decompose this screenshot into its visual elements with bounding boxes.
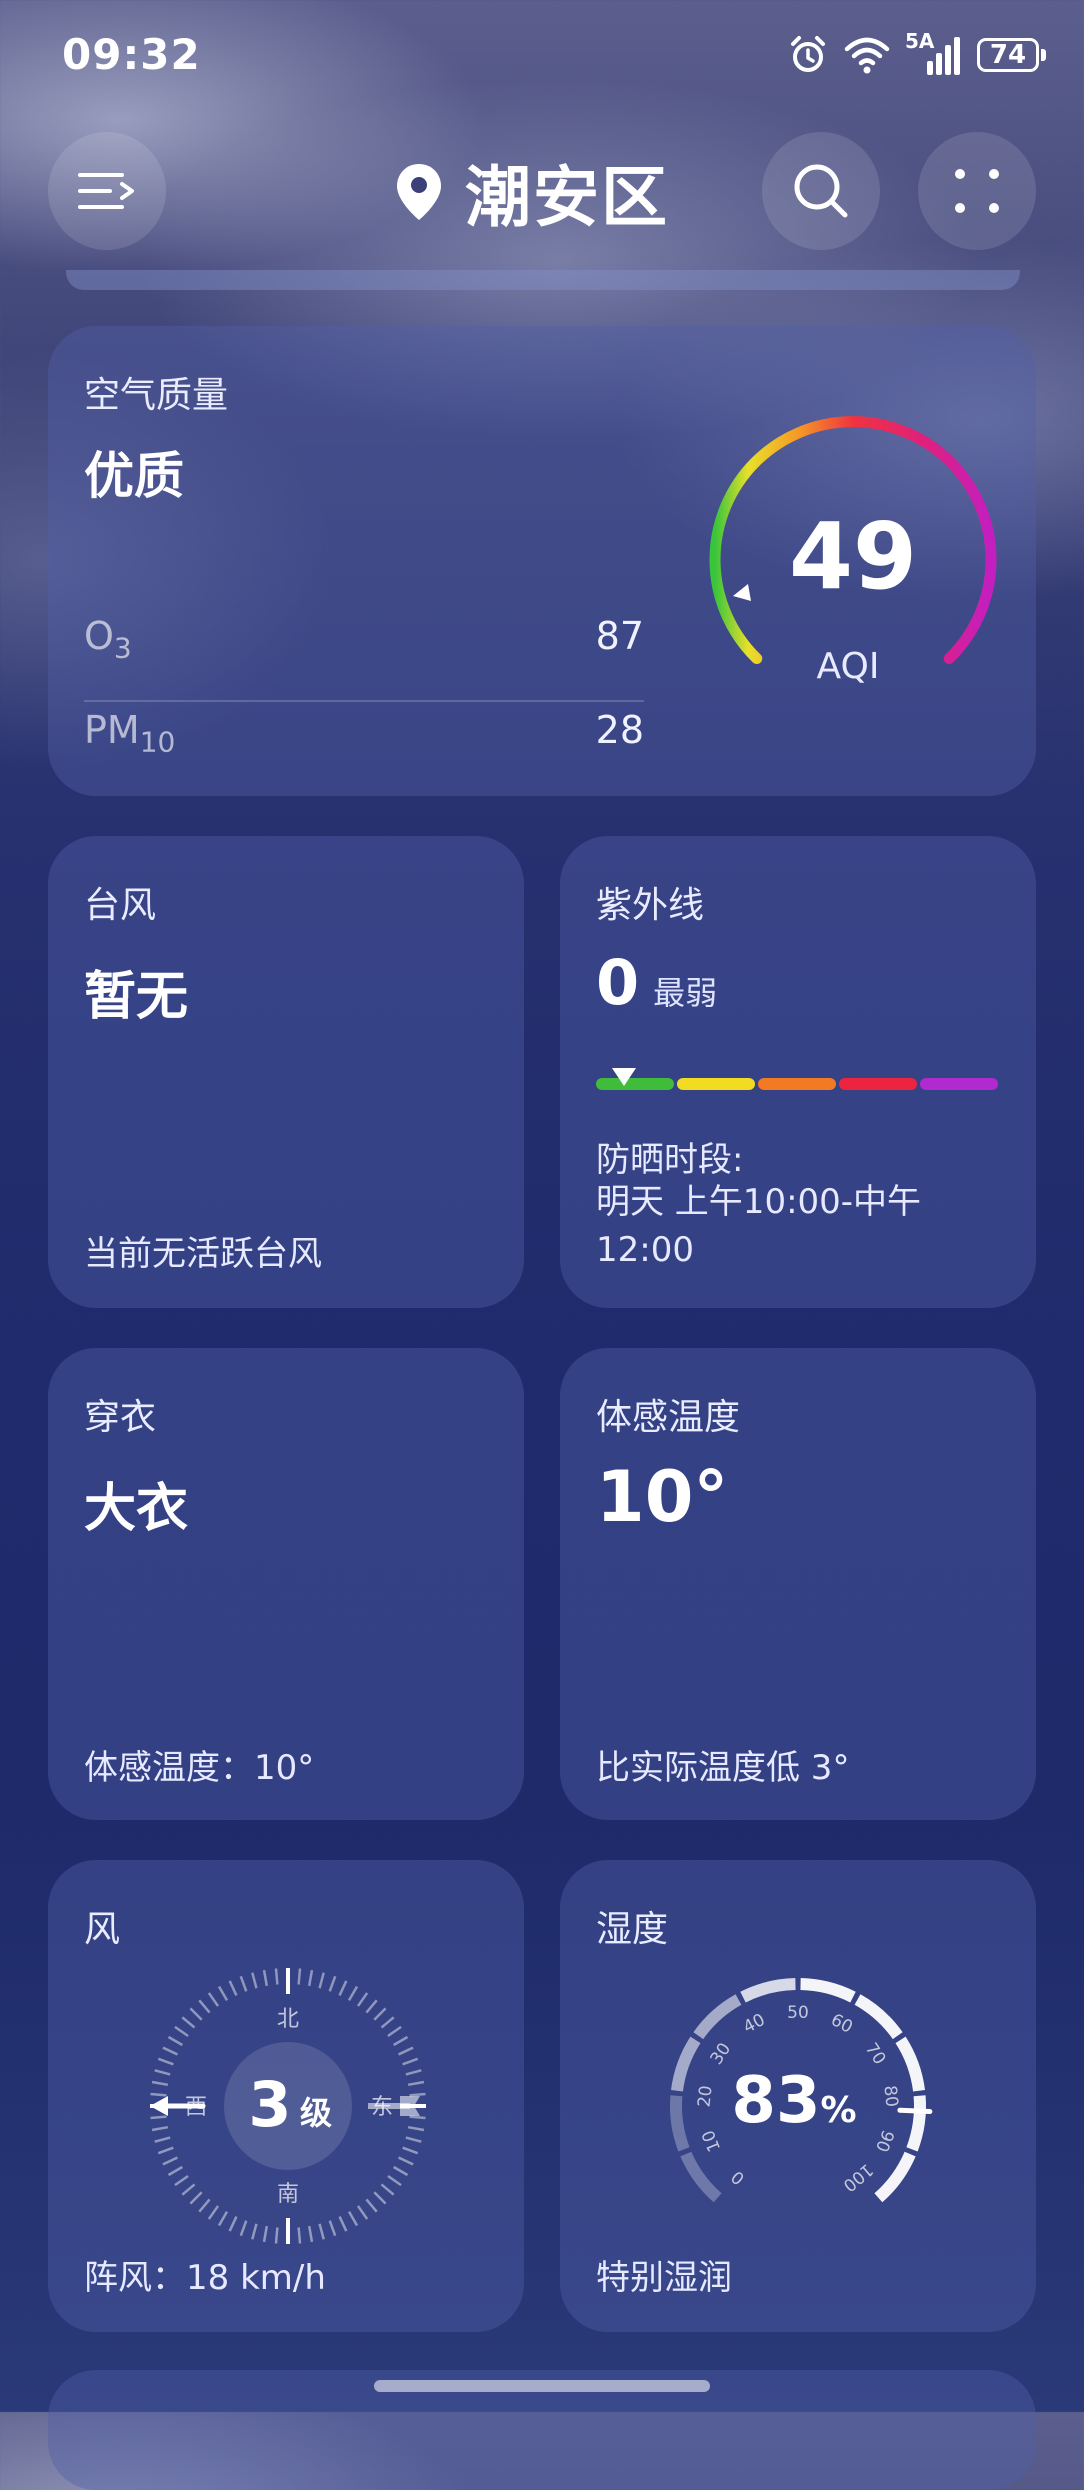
humidity-note: 特别湿润 <box>596 2258 732 2298</box>
humidity-tick-label: 0 <box>728 2166 749 2188</box>
air-quality-title: 空气质量 <box>84 375 229 416</box>
menu-icon <box>78 173 134 209</box>
typhoon-note: 当前无活跃台风 <box>84 1234 322 1274</box>
status-bar: 09:32 5A 74 <box>0 0 1084 110</box>
typhoon-card[interactable]: 台风 暂无 当前无活跃台风 <box>48 836 524 1308</box>
clothing-note: 体感温度：10° <box>84 1748 315 1788</box>
signal-icon: 5A <box>905 29 963 77</box>
wind-level-number: 3 <box>248 2068 291 2141</box>
home-indicator[interactable] <box>374 2380 710 2392</box>
uv-pointer <box>612 1068 637 1086</box>
humidity-tick-label: 100 <box>839 2159 877 2195</box>
aqi-gauge: 49 AQI <box>709 416 997 687</box>
status-time: 09:32 <box>62 30 201 79</box>
humidity-tick-label: 40 <box>740 2010 768 2038</box>
search-icon <box>794 164 848 218</box>
collapsed-card-edge <box>66 270 1020 290</box>
location-pin-icon <box>397 164 441 220</box>
humidity-tick-label: 80 <box>879 2084 901 2108</box>
alarm-icon <box>791 36 825 72</box>
wind-arrow-icon <box>150 2096 168 2116</box>
wind-gust: 阵风：18 km/h <box>84 2258 326 2298</box>
humidity-card[interactable]: 湿度 0 10 20 30 40 50 60 70 80 90 100 83% 特别湿润 <box>560 1860 1036 2332</box>
aqi-unit: AQI <box>817 646 880 687</box>
location-name: 潮安区 <box>465 159 669 236</box>
uv-scale-segment <box>677 1078 755 1090</box>
air-quality-level: 优质 <box>84 447 184 505</box>
uv-title: 紫外线 <box>596 885 705 926</box>
humidity-tick-label: 70 <box>861 2039 890 2068</box>
aqi-pointer <box>733 584 751 601</box>
feels-like-card[interactable]: 体感温度 10° 比实际温度低 3° <box>560 1348 1036 1820</box>
clothing-title: 穿衣 <box>84 1397 157 1438</box>
feels-like-title: 体感温度 <box>596 1397 741 1438</box>
compass-south: 南 <box>277 2182 299 2207</box>
uv-scale-bar <box>596 1078 998 1090</box>
search-button[interactable] <box>762 132 880 250</box>
uv-index: 0 <box>596 946 640 1019</box>
wind-card[interactable]: 风 北 南 西 东 3 级 阵风：18 km/h <box>48 1860 524 2332</box>
location-selector[interactable]: 潮安区 <box>395 150 669 236</box>
uv-card[interactable]: 紫外线 0 最弱 防晒时段: 明天 上午10:00-中午12:00 <box>560 836 1036 1308</box>
pollutant-value: 28 <box>595 708 644 752</box>
air-quality-card[interactable]: 空气质量 优质 O3 87 PM10 28 49 AQI <box>48 326 1036 796</box>
wifi-icon <box>844 37 890 74</box>
humidity-tick-label: 90 <box>871 2127 898 2155</box>
uv-level: 最弱 <box>653 974 718 1012</box>
clothing-card[interactable]: 穿衣 大衣 体感温度：10° <box>48 1348 524 1820</box>
pollutant-value: 87 <box>595 614 644 658</box>
more-button[interactable] <box>918 132 1036 250</box>
typhoon-title: 台风 <box>84 885 157 926</box>
humidity-gauge: 010203040 50 60708090100 83% <box>670 1978 933 2203</box>
wind-title: 风 <box>84 1909 121 1950</box>
sun-protection-label: 防晒时段: <box>596 1140 744 1180</box>
aqi-value: 49 <box>789 503 917 610</box>
battery-level: 74 <box>977 38 1039 72</box>
compass-north: 北 <box>277 2007 299 2032</box>
humidity-tick-label: 10 <box>698 2127 725 2155</box>
menu-button[interactable] <box>48 132 166 250</box>
pollutant-name: PM10 <box>84 708 176 759</box>
top-bar: 潮安区 <box>0 132 1084 252</box>
uv-scale-segment <box>758 1078 836 1090</box>
feels-like-note: 比实际温度低 3° <box>596 1748 850 1788</box>
humidity-title: 湿度 <box>596 1909 669 1950</box>
clothing-value: 大衣 <box>84 1479 189 1539</box>
humidity-needle <box>897 2107 933 2115</box>
humidity-value: 83% <box>731 2064 856 2138</box>
humidity-tick-label: 60 <box>827 2010 855 2038</box>
typhoon-value: 暂无 <box>84 967 189 1027</box>
uv-scale-segment <box>839 1078 917 1090</box>
status-icons: 5A 74 <box>787 29 1046 80</box>
wind-compass: 北 南 西 东 3 级 <box>150 1968 426 2244</box>
humidity-tick-label: 50 <box>787 2003 809 2023</box>
divider <box>84 700 644 702</box>
compass-east: 东 <box>371 2095 393 2120</box>
battery-icon: 74 <box>977 38 1046 72</box>
feels-like-value: 10° <box>596 1456 729 1538</box>
pollutant-row: PM10 28 <box>84 708 644 759</box>
grid-dots-icon <box>955 169 999 213</box>
sun-protection-time: 明天 上午10:00-中午12:00 <box>596 1182 922 1270</box>
wind-level-unit: 级 <box>300 2094 332 2132</box>
pollutant-name: O3 <box>84 614 132 665</box>
pollutant-row: O3 87 <box>84 614 644 665</box>
humidity-tick-label: 20 <box>694 2084 716 2108</box>
compass-west: 西 <box>185 2095 207 2120</box>
uv-scale-segment <box>920 1078 998 1090</box>
